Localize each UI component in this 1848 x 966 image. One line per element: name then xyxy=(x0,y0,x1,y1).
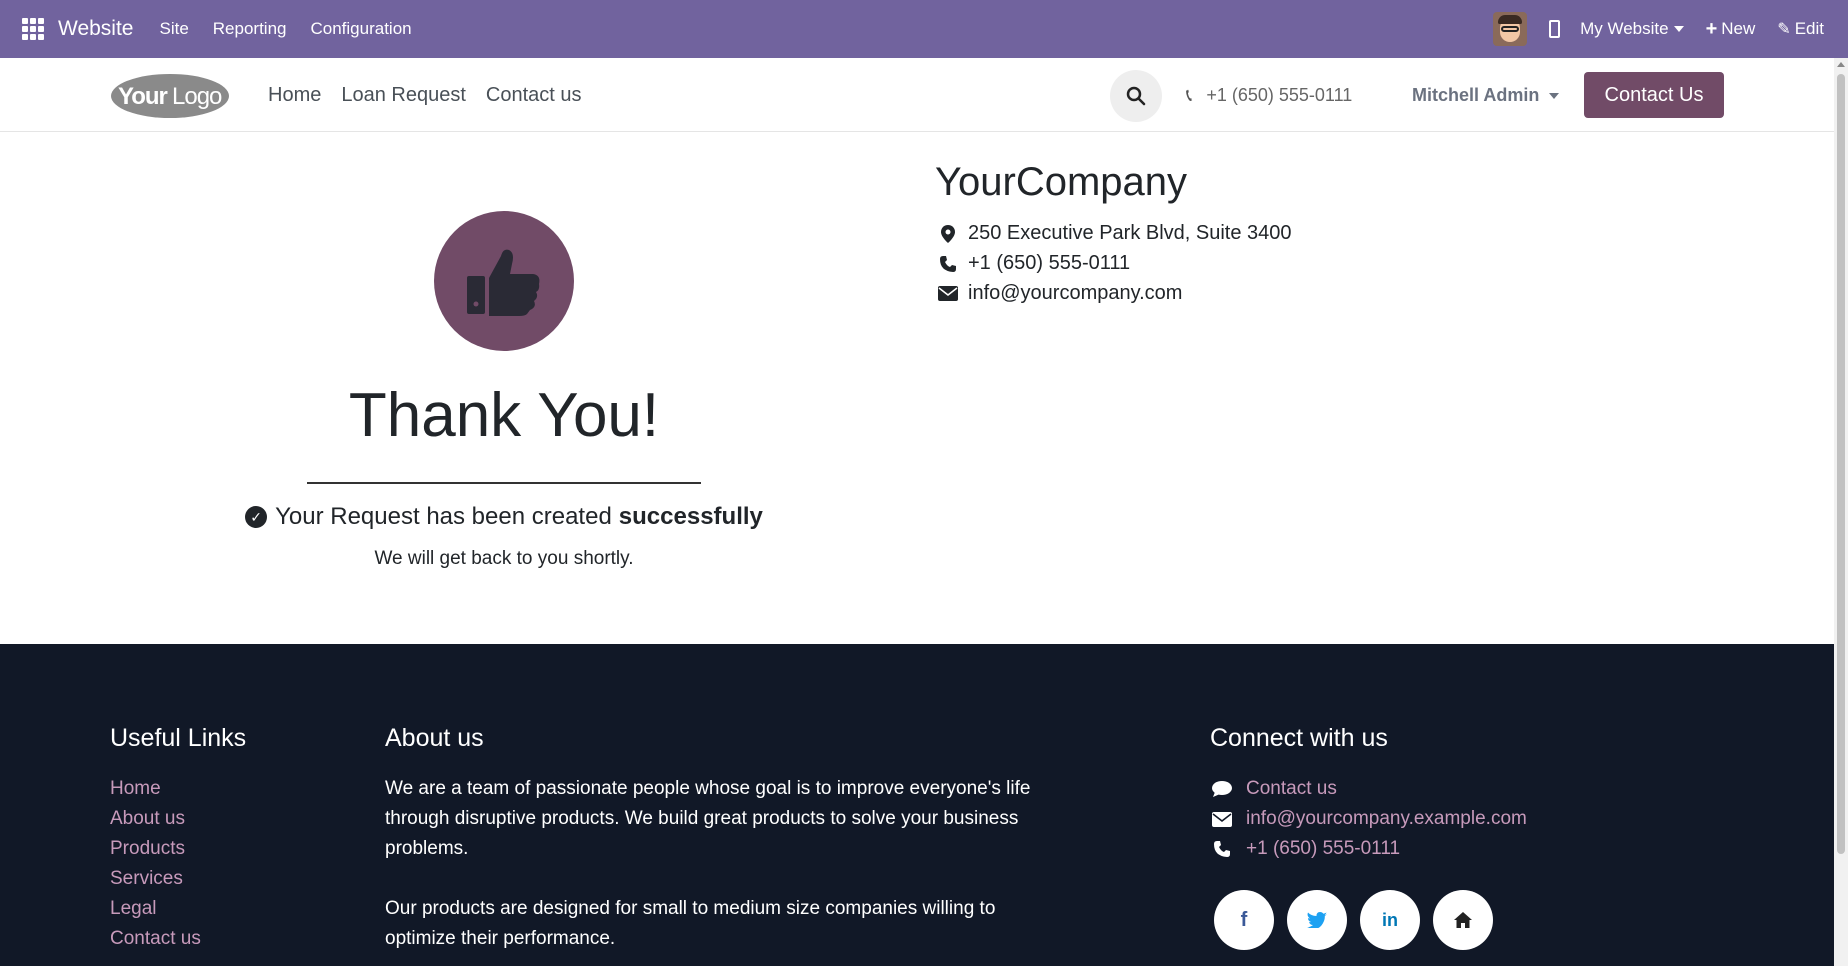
website-selector-label: My Website xyxy=(1580,19,1669,38)
phone-icon: 📞︎ xyxy=(1186,85,1193,105)
footer-link-products[interactable]: Products xyxy=(110,838,185,860)
about-us-heading: About us xyxy=(385,724,484,752)
about-us-paragraph-1: We are a team of passionate people whose… xyxy=(385,778,1031,859)
connect-heading: Connect with us xyxy=(1210,724,1388,752)
envelope-icon xyxy=(938,286,958,301)
new-button[interactable]: + New xyxy=(1706,19,1756,39)
thumbs-up-icon xyxy=(467,249,540,316)
facebook-button[interactable]: f xyxy=(1214,890,1274,950)
user-name: Mitchell Admin xyxy=(1412,85,1540,105)
apps-menu-icon[interactable] xyxy=(22,18,44,40)
new-label: New xyxy=(1721,19,1756,38)
search-icon xyxy=(1126,86,1146,106)
footer-link-about-us[interactable]: About us xyxy=(110,808,185,830)
phone-icon xyxy=(938,255,958,272)
user-menu[interactable]: Mitchell Admin xyxy=(1412,85,1560,106)
footer-email-link[interactable]: info@yourcompany.example.com xyxy=(1210,808,1527,830)
company-email-row: info@yourcompany.com xyxy=(938,282,1182,305)
plus-icon: + xyxy=(1705,18,1718,40)
get-back-message: We will get back to you shortly. xyxy=(374,548,634,569)
facebook-icon: f xyxy=(1240,908,1248,931)
nav-contact-us[interactable]: Contact us xyxy=(486,84,582,107)
company-email: info@yourcompany.com xyxy=(968,282,1183,304)
footer-phone-link[interactable]: +1 (650) 555-0111 xyxy=(1210,838,1400,860)
linkedin-button[interactable]: in xyxy=(1360,890,1420,950)
admin-navbar: Website Site Reporting Configuration My … xyxy=(0,0,1848,58)
footer-link-legal[interactable]: Legal xyxy=(110,898,157,920)
logo-text-logo: Logo xyxy=(172,83,222,110)
map-marker-icon xyxy=(938,224,958,243)
thank-you-title: Thank You! xyxy=(348,381,660,450)
scrollbar[interactable] xyxy=(1834,58,1848,966)
title-divider xyxy=(307,482,701,484)
about-us-paragraph-2: Our products are designed for small to m… xyxy=(385,898,996,949)
website-selector[interactable]: My Website xyxy=(1580,19,1684,39)
twitter-icon xyxy=(1307,912,1327,928)
thumbs-up-badge xyxy=(434,211,574,351)
envelope-icon xyxy=(1210,811,1234,827)
logo-text-your: Your xyxy=(118,83,168,110)
chevron-down-icon xyxy=(1673,26,1684,32)
company-logo[interactable]: Your Logo xyxy=(110,70,230,120)
nav-loan-request[interactable]: Loan Request xyxy=(341,84,466,107)
main-nav: Home Loan Request Contact us xyxy=(268,84,602,107)
user-avatar[interactable] xyxy=(1493,12,1528,46)
edit-button[interactable]: ✎ Edit xyxy=(1777,19,1824,39)
menu-reporting[interactable]: Reporting xyxy=(213,19,287,39)
check-circle-icon: ✓ xyxy=(245,506,268,528)
company-phone: +1 (650) 555-0111 xyxy=(968,252,1131,274)
edit-label: Edit xyxy=(1794,19,1824,38)
footer-link-services[interactable]: Services xyxy=(110,868,183,890)
success-message: ✓ Your Request has been created successf… xyxy=(180,503,828,531)
website-header: Your Logo Home Loan Request Contact us 📞… xyxy=(0,58,1834,132)
footer-link-contact-us[interactable]: Contact us xyxy=(110,928,201,950)
header-phone-number: +1 (650) 555-0111 xyxy=(1206,85,1353,105)
linkedin-icon: in xyxy=(1382,909,1398,930)
mobile-preview-icon[interactable] xyxy=(1549,20,1561,38)
scrollbar-thumb[interactable] xyxy=(1837,74,1845,854)
footer-phone-label: +1 (650) 555-0111 xyxy=(1246,838,1401,859)
nav-home[interactable]: Home xyxy=(268,84,321,107)
contact-us-button[interactable]: Contact Us xyxy=(1584,72,1724,118)
header-phone[interactable]: 📞︎ +1 (650) 555-0111 xyxy=(1186,85,1352,106)
useful-links-heading: Useful Links xyxy=(110,724,247,752)
twitter-button[interactable] xyxy=(1287,890,1347,950)
success-bold: successfully xyxy=(618,503,763,530)
menu-site[interactable]: Site xyxy=(159,19,188,39)
scroll-up-icon[interactable] xyxy=(1837,62,1845,67)
app-name[interactable]: Website xyxy=(58,17,133,41)
company-name: YourCompany xyxy=(935,160,1188,204)
home-button[interactable] xyxy=(1433,890,1493,950)
comment-icon xyxy=(1210,780,1234,798)
success-prefix: Your Request has been created xyxy=(275,503,612,530)
footer-contact-us-link[interactable]: Contact us xyxy=(1210,778,1337,800)
phone-icon xyxy=(1210,841,1234,857)
company-address-row: 250 Executive Park Blvd, Suite 3400 xyxy=(938,222,1292,245)
footer-contact-us-label: Contact us xyxy=(1246,778,1337,799)
footer-link-home[interactable]: Home xyxy=(110,778,161,800)
search-button[interactable] xyxy=(1110,70,1162,122)
menu-configuration[interactable]: Configuration xyxy=(311,19,412,39)
home-icon xyxy=(1454,912,1472,928)
footer-email-label: info@yourcompany.example.com xyxy=(1246,808,1527,829)
chevron-down-icon xyxy=(1549,92,1560,99)
pencil-icon: ✎ xyxy=(1777,21,1791,38)
company-phone-row: +1 (650) 555-0111 xyxy=(938,252,1130,275)
company-address: 250 Executive Park Blvd, Suite 3400 xyxy=(968,222,1292,244)
